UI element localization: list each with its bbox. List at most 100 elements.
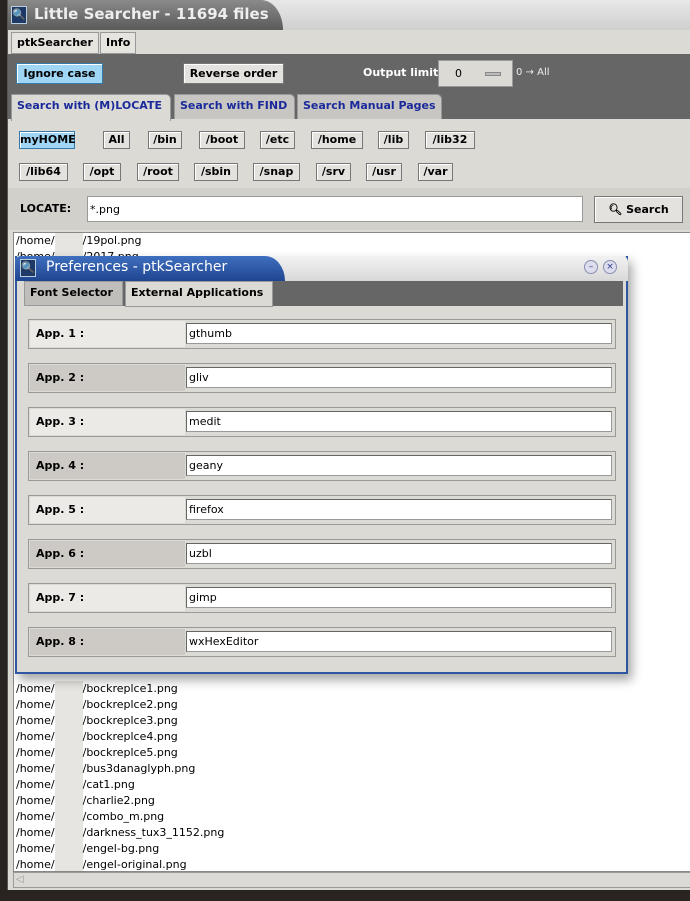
tab-mlocate[interactable]: Search with (M)LOCATE bbox=[11, 94, 171, 121]
dir-button-boot[interactable]: /boot bbox=[199, 131, 245, 149]
dialog-title-bar[interactable]: 🔍 Preferences - ptkSearcher – × bbox=[15, 256, 628, 281]
redacted-username bbox=[54, 857, 83, 871]
redacted-username bbox=[54, 841, 83, 857]
dir-button-var[interactable]: /var bbox=[418, 163, 453, 181]
locate-label: LOCATE: bbox=[20, 202, 72, 215]
app-row: App. 2 : gliv bbox=[28, 363, 616, 393]
dir-button-opt[interactable]: /opt bbox=[83, 163, 121, 181]
magnifier-app-icon: 🔍 bbox=[20, 259, 36, 277]
list-item[interactable]: /home/ /combo_m.png bbox=[16, 809, 164, 825]
list-item[interactable]: /home/ /bockreplce2.png bbox=[16, 697, 178, 713]
redacted-username bbox=[54, 793, 83, 809]
app-input[interactable]: wxHexEditor bbox=[186, 631, 612, 652]
list-item[interactable]: /home/ /19pol.png bbox=[16, 233, 142, 249]
dir-button-usr[interactable]: /usr bbox=[366, 163, 402, 181]
app-input[interactable]: gliv bbox=[186, 367, 612, 388]
menu-info[interactable]: Info bbox=[100, 32, 137, 54]
list-item[interactable]: /home/ /bockreplce4.png bbox=[16, 729, 178, 745]
redacted-username bbox=[54, 729, 83, 745]
search-button[interactable]: 🔍︎ Search bbox=[594, 196, 683, 223]
redacted-username bbox=[54, 809, 83, 825]
list-item[interactable]: /home/ /bockreplce1.png bbox=[16, 681, 178, 697]
app-row: App. 8 : wxHexEditor bbox=[28, 627, 616, 657]
toolbar: Ignore case Reverse order Output limit 0… bbox=[8, 54, 690, 92]
result-dir: /home/ bbox=[16, 746, 55, 759]
redacted-username bbox=[54, 777, 83, 793]
list-item[interactable]: /home/ /charlie2.png bbox=[16, 793, 155, 809]
tab-font-selector[interactable]: Font Selector bbox=[24, 281, 123, 306]
app-input[interactable]: firefox bbox=[186, 499, 612, 520]
result-file: /bus3danaglyph.png bbox=[82, 762, 196, 775]
dir-button-root[interactable]: /root bbox=[137, 163, 179, 181]
output-limit-value: 0 bbox=[455, 67, 462, 80]
result-dir: /home/ bbox=[16, 858, 55, 871]
search-button-label: Search bbox=[626, 203, 669, 216]
dir-button-home[interactable]: /home bbox=[311, 131, 363, 149]
app-input[interactable]: medit bbox=[186, 411, 612, 432]
app-input[interactable]: gthumb bbox=[186, 323, 612, 344]
output-limit-spinner[interactable]: 0 bbox=[438, 60, 513, 87]
list-item[interactable]: /home/ /cat1.png bbox=[16, 777, 135, 793]
redacted-username bbox=[54, 697, 83, 713]
title-bar[interactable]: 🔍 Little Searcher - 11694 files bbox=[8, 0, 690, 30]
dir-button-etc[interactable]: /etc bbox=[260, 131, 295, 149]
app-label: App. 2 : bbox=[30, 365, 185, 391]
tab-manual-pages[interactable]: Search Manual Pages bbox=[297, 94, 442, 119]
close-icon[interactable]: × bbox=[603, 260, 617, 274]
app-label: App. 3 : bbox=[30, 409, 185, 435]
result-file: /bockreplce2.png bbox=[82, 698, 178, 711]
menu-ptksearcher[interactable]: ptkSearcher bbox=[11, 32, 99, 54]
app-label: App. 8 : bbox=[30, 629, 185, 655]
horizontal-scrollbar[interactable]: ◁ bbox=[13, 872, 690, 888]
spinner-handle-icon[interactable] bbox=[485, 72, 501, 76]
result-dir: /home/ bbox=[16, 778, 55, 791]
dir-button-myhome[interactable]: myHOME bbox=[19, 131, 76, 149]
app-label: App. 7 : bbox=[30, 585, 185, 611]
scroll-left-arrow-icon[interactable]: ◁ bbox=[16, 874, 24, 885]
dir-button-lib[interactable]: /lib bbox=[378, 131, 409, 149]
tab-find[interactable]: Search with FIND bbox=[174, 94, 295, 119]
dir-button-lib64[interactable]: /lib64 bbox=[19, 163, 68, 181]
result-file: /engel-original.png bbox=[82, 858, 187, 871]
app-input[interactable]: uzbl bbox=[186, 543, 612, 564]
dir-button-bin[interactable]: /bin bbox=[148, 131, 182, 149]
dialog-title: Preferences - ptkSearcher bbox=[46, 259, 228, 275]
app-row: App. 5 : firefox bbox=[28, 495, 616, 525]
dir-button-lib32[interactable]: /lib32 bbox=[425, 131, 475, 149]
list-item[interactable]: /home/ /bockreplce3.png bbox=[16, 713, 178, 729]
preferences-dialog: Font Selector External Applications App.… bbox=[15, 256, 628, 674]
result-dir: /home/ bbox=[16, 794, 55, 807]
dir-button-srv[interactable]: /srv bbox=[316, 163, 351, 181]
locate-input[interactable] bbox=[87, 196, 583, 222]
result-dir: /home/ bbox=[16, 234, 55, 247]
redacted-username bbox=[54, 745, 83, 761]
ignore-case-toggle[interactable]: Ignore case bbox=[16, 63, 103, 84]
result-file: /charlie2.png bbox=[82, 794, 155, 807]
dir-button-snap[interactable]: /snap bbox=[253, 163, 300, 181]
result-file: /bockreplce3.png bbox=[82, 714, 178, 727]
result-dir: /home/ bbox=[16, 714, 55, 727]
result-file: /19pol.png bbox=[82, 234, 142, 247]
reverse-order-toggle[interactable]: Reverse order bbox=[183, 63, 284, 84]
dir-button-sbin[interactable]: /sbin bbox=[194, 163, 238, 181]
minimize-icon[interactable]: – bbox=[584, 260, 598, 274]
search-icon: 🔍︎ bbox=[608, 203, 623, 216]
preferences-tabs: Font Selector External Applications bbox=[24, 279, 623, 307]
list-item[interactable]: /home/ /bus3danaglyph.png bbox=[16, 761, 195, 777]
result-dir: /home/ bbox=[16, 730, 55, 743]
list-item[interactable]: /home/ /engel-original.png bbox=[16, 857, 187, 871]
dir-button-all[interactable]: All bbox=[103, 131, 130, 149]
result-file: /darkness_tux3_1152.png bbox=[82, 826, 225, 839]
search-tabs: Search with (M)LOCATE Search with FIND S… bbox=[8, 92, 690, 121]
result-file: /engel-bg.png bbox=[82, 842, 160, 855]
tab-external-applications[interactable]: External Applications bbox=[125, 281, 273, 307]
list-item[interactable]: /home/ /darkness_tux3_1152.png bbox=[16, 825, 224, 841]
list-item[interactable]: /home/ /bockreplce5.png bbox=[16, 745, 178, 761]
window-title: Little Searcher - 11694 files bbox=[34, 5, 269, 23]
list-item[interactable]: /home/ /engel-bg.png bbox=[16, 841, 159, 857]
app-input[interactable]: gimp bbox=[186, 587, 612, 608]
result-dir: /home/ bbox=[16, 810, 55, 823]
app-input[interactable]: geany bbox=[186, 455, 612, 476]
result-dir: /home/ bbox=[16, 698, 55, 711]
redacted-username bbox=[54, 233, 83, 249]
